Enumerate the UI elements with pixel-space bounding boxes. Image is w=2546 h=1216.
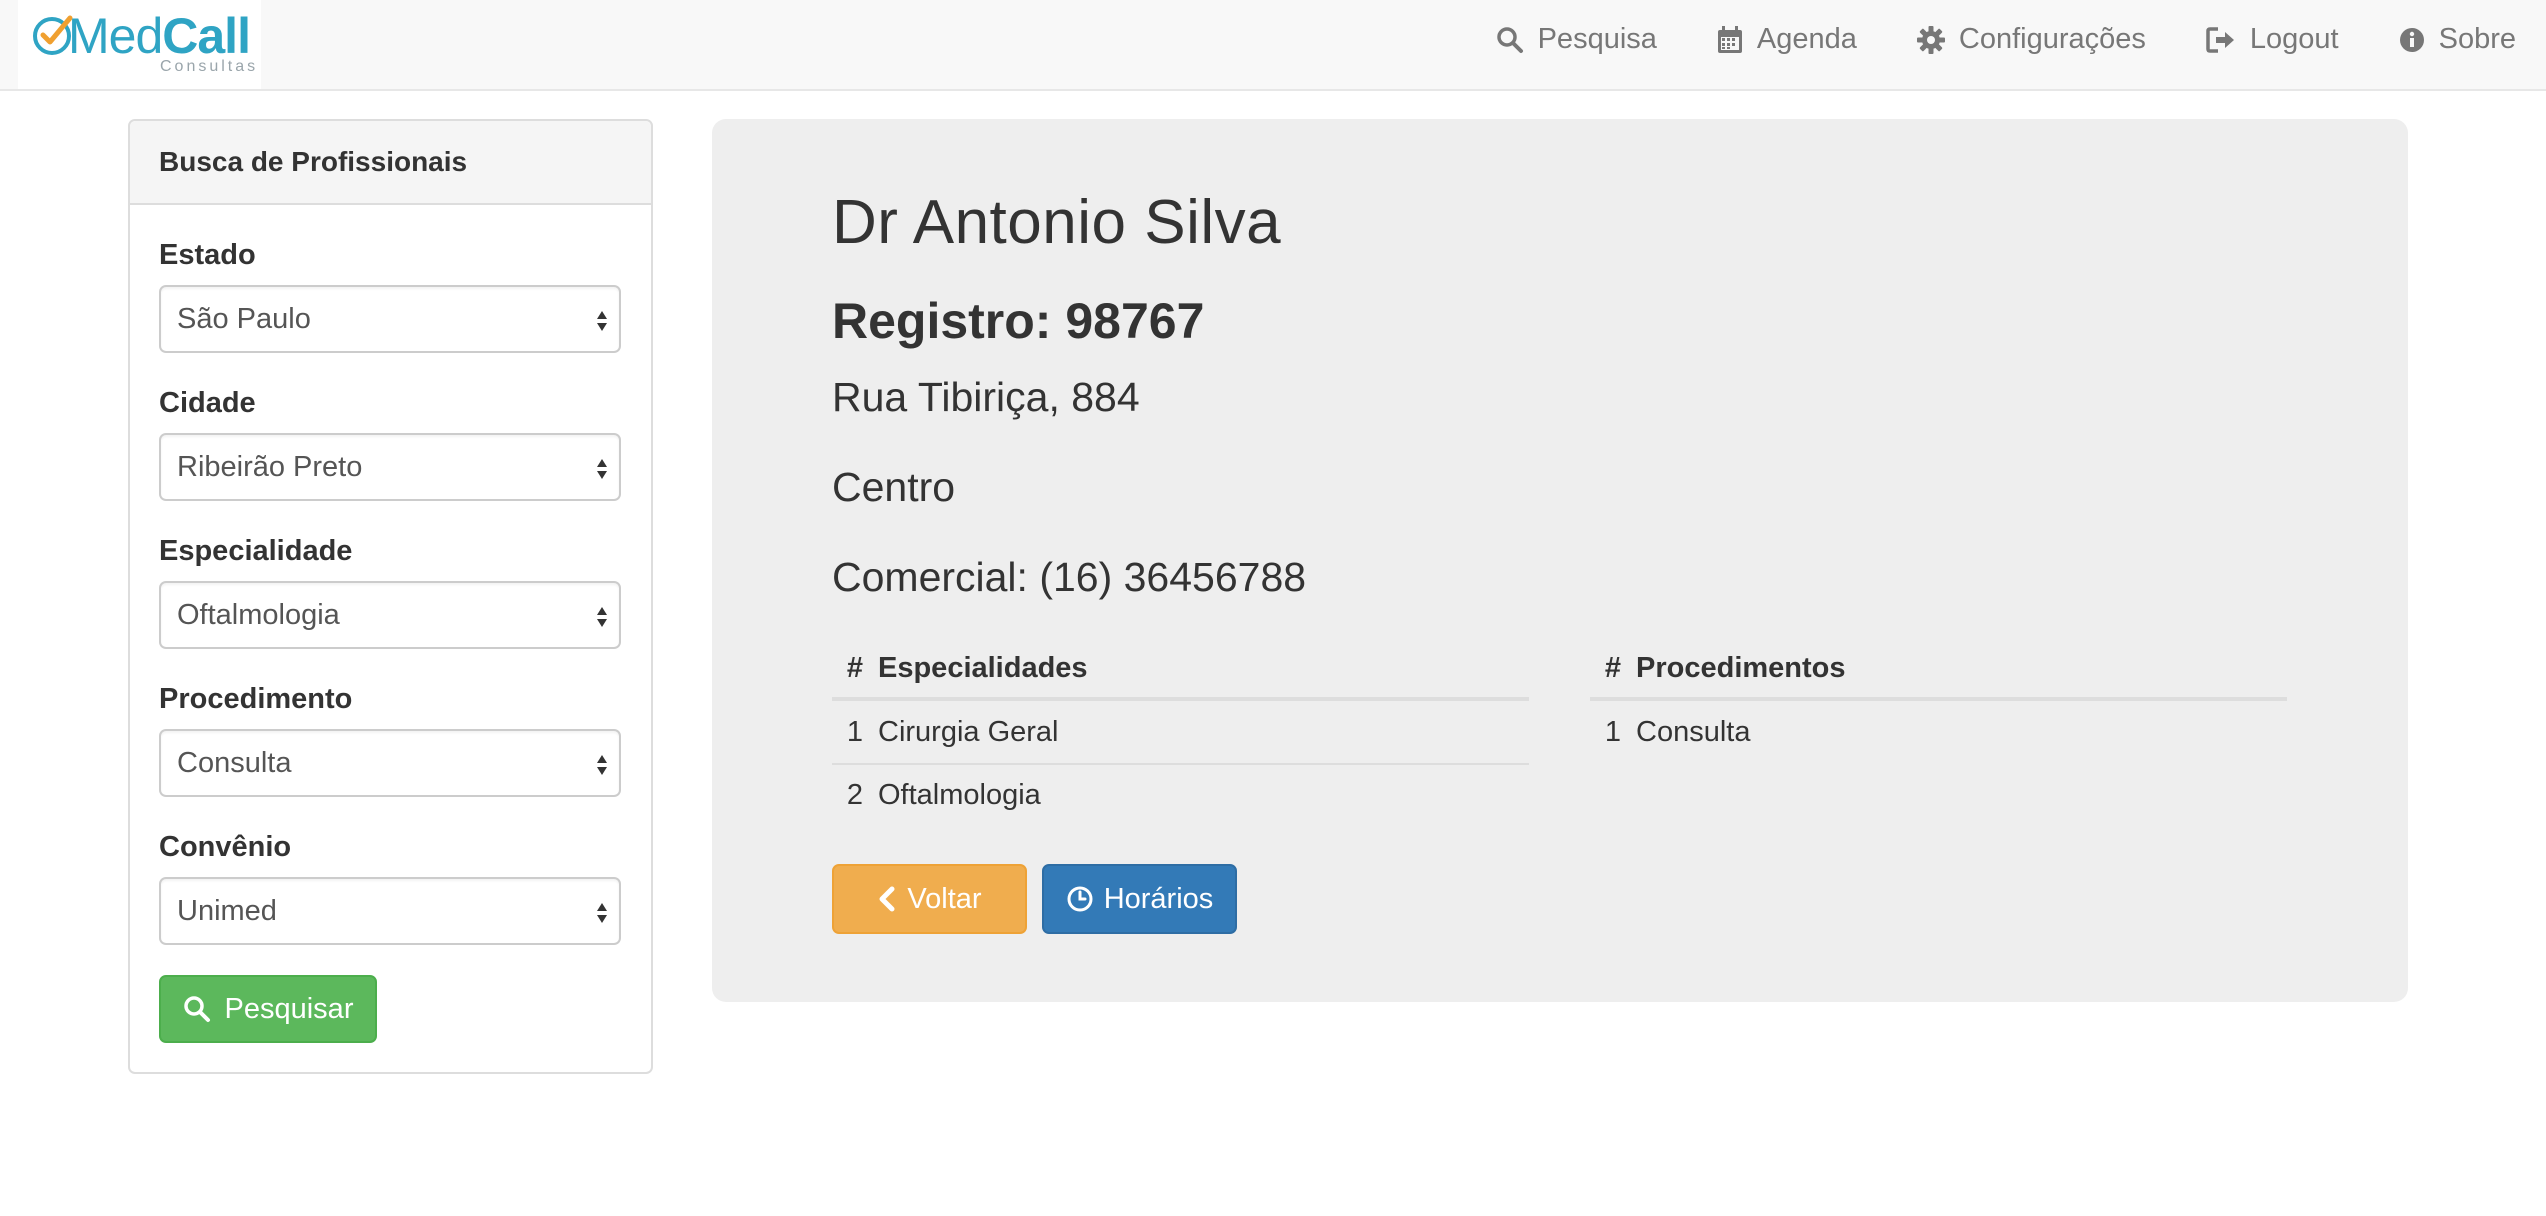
main-nav: Pesquisa Agenda Configurações Logout Sob… [1466, 0, 2546, 89]
column-header-number: # [846, 651, 864, 684]
estado-label: Estado [159, 239, 256, 271]
select-arrows-icon [597, 755, 607, 775]
search-button-label: Pesquisar [224, 992, 354, 1025]
navbar: MedCall Consultas Pesquisa Agenda Config… [0, 0, 2546, 91]
professional-name: Dr Antonio Silva [832, 188, 1282, 257]
procedure-name: Consulta [1636, 715, 1751, 748]
especialidade-label: Especialidade [159, 535, 353, 567]
especialidade-select[interactable]: Oftalmologia [159, 581, 621, 649]
convenio-label: Convênio [159, 831, 292, 863]
procedimento-label: Procedimento [159, 683, 353, 715]
specialty-name: Oftalmologia [878, 778, 1041, 811]
back-button-label: Voltar [907, 882, 982, 915]
professional-details: Dr Antonio Silva Registro: 98767 Rua Tib… [712, 119, 2408, 1002]
select-arrows-icon [597, 459, 607, 479]
row-number: 2 [846, 778, 864, 811]
clock-icon [1067, 886, 1093, 912]
specialty-name: Cirurgia Geral [878, 715, 1059, 748]
table-row: 1 Consulta [1590, 701, 2287, 763]
table-row: 1 Cirurgia Geral [832, 701, 1529, 763]
nav-item-sobre[interactable]: Sobre [2369, 0, 2546, 79]
brand-subtitle: Consultas [160, 58, 259, 75]
search-panel-title: Busca de Profissionais [130, 121, 651, 205]
professional-district: Centro [832, 464, 956, 510]
estado-select[interactable]: São Paulo [159, 285, 621, 353]
search-icon [183, 996, 210, 1022]
calendar-icon [1717, 25, 1742, 53]
select-arrows-icon [597, 607, 607, 627]
search-panel: Busca de Profissionais Estado São Paulo … [128, 119, 653, 1074]
procedures-table: # Procedimentos 1 Consulta [1590, 639, 2287, 763]
estado-value: São Paulo [177, 302, 311, 335]
nav-item-configuracoes[interactable]: Configurações [1887, 0, 2176, 79]
column-header-number: # [1604, 651, 1622, 684]
cidade-value: Ribeirão Preto [177, 450, 363, 483]
nav-label-pesquisa: Pesquisa [1537, 23, 1657, 55]
cidade-label: Cidade [159, 387, 256, 419]
gear-icon [1916, 25, 1945, 54]
nav-label-sobre: Sobre [2438, 23, 2516, 55]
search-button[interactable]: Pesquisar [159, 975, 377, 1043]
nav-label-logout: Logout [2249, 23, 2339, 55]
nav-item-pesquisa[interactable]: Pesquisa [1466, 0, 1687, 79]
nav-label-agenda: Agenda [1756, 23, 1857, 55]
hours-button-label: Horários [1103, 882, 1214, 915]
nav-item-agenda[interactable]: Agenda [1687, 0, 1887, 79]
chevron-left-icon [879, 886, 895, 912]
nav-label-configuracoes: Configurações [1958, 23, 2146, 55]
column-header-specialties: Especialidades [878, 651, 1088, 684]
procedimento-select[interactable]: Consulta [159, 729, 621, 797]
specialties-table: # Especialidades 1 Cirurgia Geral 2 Ofta… [832, 639, 1529, 825]
professional-registry: Registro: 98767 [832, 293, 1205, 349]
search-icon [1496, 26, 1523, 53]
column-header-procedures: Procedimentos [1636, 651, 1846, 684]
especialidade-value: Oftalmologia [177, 598, 340, 631]
brand-name: MedCall [68, 8, 251, 64]
row-number: 1 [1604, 715, 1622, 748]
convenio-value: Unimed [177, 894, 277, 927]
table-header: # Especialidades [832, 639, 1529, 701]
hours-button[interactable]: Horários [1042, 864, 1237, 934]
professional-address: Rua Tibiriça, 884 [832, 374, 1140, 420]
info-icon [2399, 27, 2424, 52]
brand-logo[interactable]: MedCall Consultas [18, 0, 261, 89]
select-arrows-icon [597, 311, 607, 331]
select-arrows-icon [597, 903, 607, 923]
professional-phone: Comercial: (16) 36456788 [832, 554, 1307, 600]
back-button[interactable]: Voltar [832, 864, 1027, 934]
convenio-select[interactable]: Unimed [159, 877, 621, 945]
logout-icon [2206, 26, 2234, 53]
procedimento-value: Consulta [177, 746, 292, 779]
table-header: # Procedimentos [1590, 639, 2287, 701]
nav-item-logout[interactable]: Logout [2176, 0, 2369, 79]
row-number: 1 [846, 715, 864, 748]
table-row: 2 Oftalmologia [832, 763, 1529, 825]
cidade-select[interactable]: Ribeirão Preto [159, 433, 621, 501]
